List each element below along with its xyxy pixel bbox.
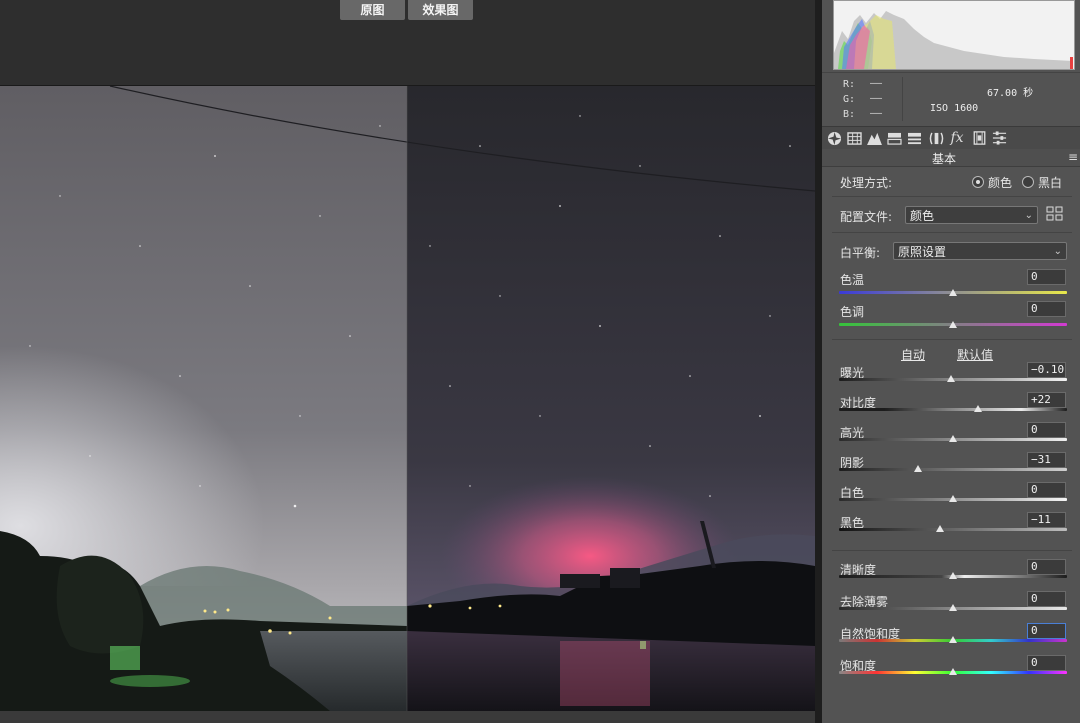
shutter-speed: 67.00 秒 bbox=[987, 88, 1034, 99]
tint-label: 色调 bbox=[840, 305, 865, 319]
g-label: G: bbox=[843, 94, 856, 105]
wb-select[interactable]: 原照设置 ⌄ bbox=[893, 242, 1067, 260]
temp-thumb[interactable] bbox=[949, 289, 957, 296]
iso-value: ISO 1600 bbox=[930, 103, 979, 114]
develop-panel: R: —— G: —— B: —— 67.00 秒 ISO 1600 fx 基本… bbox=[822, 0, 1080, 723]
presence-value[interactable]: 0 bbox=[1027, 623, 1066, 639]
photo-preview[interactable] bbox=[0, 86, 815, 711]
presence-value[interactable]: 0 bbox=[1027, 655, 1066, 671]
split-tone-icon[interactable] bbox=[885, 129, 903, 147]
divider bbox=[832, 339, 1072, 340]
aperture-icon[interactable] bbox=[825, 129, 843, 147]
tone-value[interactable]: 0 bbox=[1027, 482, 1066, 498]
grid-table-icon[interactable] bbox=[845, 129, 863, 147]
detail-bars-icon[interactable] bbox=[905, 129, 923, 147]
tone-value[interactable]: +22 bbox=[1027, 392, 1066, 408]
tone-value[interactable]: −11 bbox=[1027, 512, 1066, 528]
presence-slider-thumb[interactable] bbox=[949, 668, 957, 675]
profile-select[interactable]: 颜色 ⌄ bbox=[905, 206, 1038, 224]
radio-color[interactable] bbox=[972, 176, 984, 188]
mountain-icon[interactable] bbox=[865, 129, 883, 147]
lens-icon[interactable] bbox=[927, 129, 945, 147]
tab-before[interactable]: 原图 bbox=[340, 0, 405, 20]
profile-value: 颜色 bbox=[910, 209, 935, 223]
divider bbox=[832, 196, 1072, 197]
tone-value[interactable]: 0 bbox=[1027, 422, 1066, 438]
r-value: —— bbox=[870, 78, 883, 89]
panel-tabs: fx bbox=[822, 126, 1080, 150]
filmstrip-icon[interactable] bbox=[970, 129, 988, 147]
default-link[interactable]: 默认值 bbox=[957, 346, 993, 363]
histogram[interactable] bbox=[833, 0, 1075, 70]
tone-slider-thumb[interactable] bbox=[974, 405, 983, 412]
viewer-toolbar: 原图 效果图 bbox=[0, 0, 815, 86]
chevron-down-icon: ⌄ bbox=[1024, 210, 1033, 221]
g-value: —— bbox=[870, 93, 883, 104]
radio-bw[interactable] bbox=[1022, 176, 1034, 188]
tone-slider-track[interactable] bbox=[839, 528, 1067, 531]
presence-slider-thumb[interactable] bbox=[949, 604, 957, 611]
b-value: —— bbox=[870, 108, 883, 119]
wb-label: 白平衡: bbox=[840, 246, 881, 260]
radio-color-label[interactable]: 颜色 bbox=[988, 174, 1012, 191]
section-header: 基本 ≡ bbox=[822, 149, 1080, 167]
info-separator bbox=[902, 77, 903, 121]
presence-slider-thumb[interactable] bbox=[949, 636, 957, 643]
tone-slider-thumb[interactable] bbox=[946, 375, 955, 382]
section-title: 基本 bbox=[931, 152, 956, 166]
panel-splitter[interactable] bbox=[815, 0, 822, 723]
tone-slider-track[interactable] bbox=[839, 408, 1067, 411]
tone-value[interactable]: −0.10 bbox=[1027, 362, 1066, 378]
presence-slider-thumb[interactable] bbox=[949, 572, 957, 579]
viewer-status-strip bbox=[0, 711, 815, 723]
tone-slider-thumb[interactable] bbox=[913, 465, 922, 472]
b-label: B: bbox=[843, 109, 856, 120]
fx-icon[interactable]: fx bbox=[948, 129, 966, 147]
temp-label: 色温 bbox=[840, 273, 865, 287]
tone-value[interactable]: −31 bbox=[1027, 452, 1066, 468]
treatment-label: 处理方式: bbox=[840, 176, 893, 190]
tone-slider-track[interactable] bbox=[839, 468, 1067, 471]
divider bbox=[832, 550, 1072, 551]
radio-bw-label[interactable]: 黑白 bbox=[1038, 174, 1062, 191]
r-label: R: bbox=[843, 79, 856, 90]
tint-value[interactable]: 0 bbox=[1027, 301, 1066, 317]
wb-value: 原照设置 bbox=[898, 245, 947, 259]
image-viewer: 原图 效果图 bbox=[0, 0, 815, 723]
panel-menu-icon[interactable]: ≡ bbox=[1068, 150, 1078, 164]
image-info: R: —— G: —— B: —— 67.00 秒 ISO 1600 bbox=[822, 72, 1080, 125]
divider bbox=[832, 232, 1072, 233]
presence-value[interactable]: 0 bbox=[1027, 559, 1066, 575]
tab-after[interactable]: 效果图 bbox=[408, 0, 473, 20]
auto-link[interactable]: 自动 bbox=[901, 346, 925, 363]
tone-slider-thumb[interactable] bbox=[936, 525, 945, 532]
tone-slider-thumb[interactable] bbox=[949, 435, 957, 442]
temp-value[interactable]: 0 bbox=[1027, 269, 1066, 285]
chevron-down-icon: ⌄ bbox=[1053, 246, 1062, 257]
tint-thumb[interactable] bbox=[949, 321, 957, 328]
sliders-icon[interactable] bbox=[990, 129, 1008, 147]
presence-value[interactable]: 0 bbox=[1027, 591, 1066, 607]
profile-browser-icon[interactable] bbox=[1046, 206, 1064, 222]
tone-slider-thumb[interactable] bbox=[949, 495, 957, 502]
profile-label: 配置文件: bbox=[840, 210, 893, 224]
